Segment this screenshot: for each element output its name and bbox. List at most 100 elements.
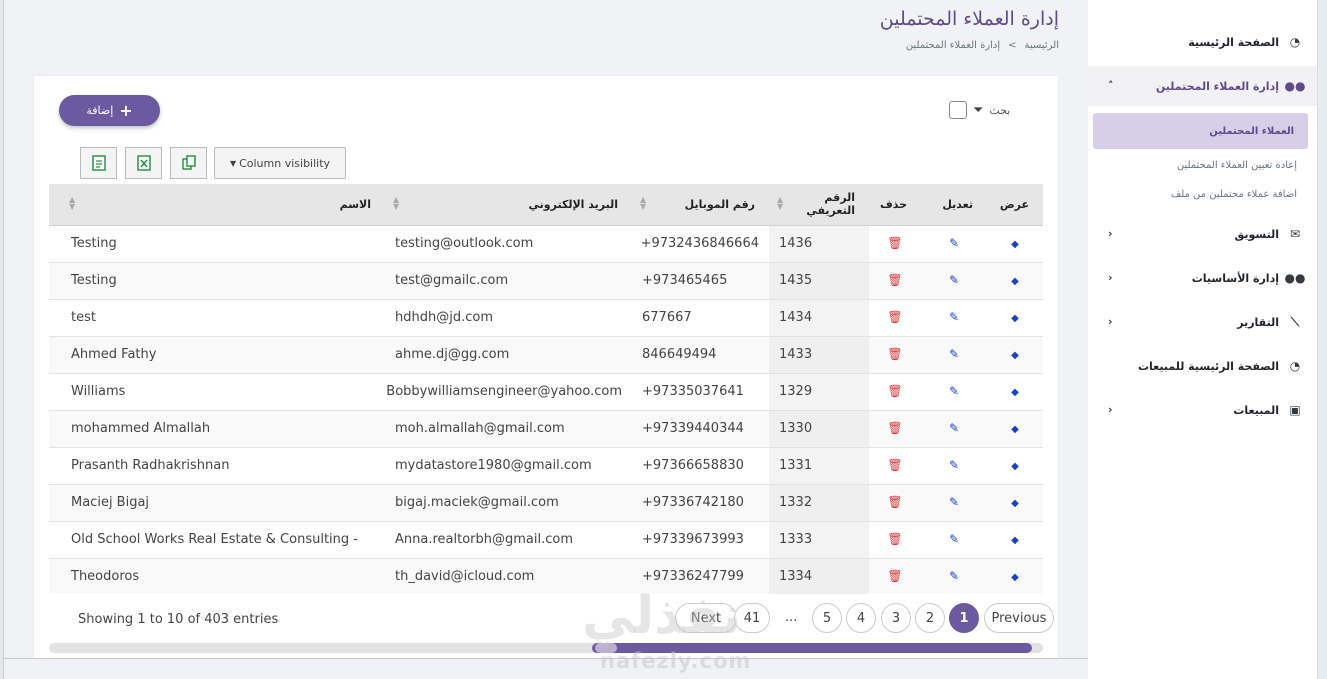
col-header-name[interactable]: الاسم ▲ ▼ <box>61 184 385 226</box>
breadcrumb-home[interactable]: الرئيسية <box>1025 40 1059 51</box>
edit-cell[interactable]: ✎ <box>921 299 987 337</box>
edit-cell[interactable]: ✎ <box>921 373 987 411</box>
eye-icon[interactable]: ◆ <box>1011 239 1019 250</box>
sidebar-item-home[interactable]: ◔ الصفحة الرئيسية <box>1088 22 1317 62</box>
trash-icon[interactable]: 🗑 <box>887 236 902 250</box>
view-cell[interactable]: ◆ <box>987 558 1043 594</box>
trash-icon[interactable]: 🗑 <box>887 569 902 583</box>
search-checkbox[interactable] <box>949 101 967 119</box>
edit-icon[interactable]: ✎ <box>949 458 959 472</box>
filter-icon[interactable]: ⏷ <box>973 103 983 118</box>
delete-cell[interactable]: 🗑 <box>869 299 921 337</box>
file-excel-icon <box>136 155 151 171</box>
edit-icon[interactable]: ✎ <box>949 273 959 287</box>
name-cell: Maciej Bigaj <box>61 484 385 522</box>
view-cell[interactable]: ◆ <box>987 410 1043 448</box>
view-cell[interactable]: ◆ <box>987 299 1043 337</box>
eye-icon[interactable]: ◆ <box>1011 461 1019 472</box>
col-header-mobile[interactable]: رقم الموبايل ▲ ▼ <box>632 184 769 226</box>
trash-icon[interactable]: 🗑 <box>887 273 902 287</box>
eye-icon[interactable]: ◆ <box>1011 424 1019 435</box>
col-header-view[interactable]: عرض <box>987 184 1043 226</box>
export-excel-button[interactable] <box>125 147 162 179</box>
pagination-page-4[interactable]: 4 <box>846 603 876 633</box>
search-area: بحث ⏷ <box>949 101 1010 119</box>
edit-icon[interactable]: ✎ <box>949 236 959 250</box>
edit-cell[interactable]: ✎ <box>921 225 987 263</box>
trash-icon[interactable]: 🗑 <box>887 384 902 398</box>
status-cell: eads <box>49 299 61 337</box>
trash-icon[interactable]: 🗑 <box>887 421 902 435</box>
trash-icon[interactable]: 🗑 <box>887 347 902 361</box>
delete-cell[interactable]: 🗑 <box>869 410 921 448</box>
delete-cell[interactable]: 🗑 <box>869 521 921 559</box>
edit-cell[interactable]: ✎ <box>921 262 987 300</box>
edit-icon[interactable]: ✎ <box>949 569 959 583</box>
edit-cell[interactable]: ✎ <box>921 410 987 448</box>
delete-cell[interactable]: 🗑 <box>869 262 921 300</box>
eye-icon[interactable]: ◆ <box>1011 498 1019 509</box>
table-row: ◆ ✎ 🗑 1333 97339673993+ Anna.realtorbh@gmail.… <box>49 521 1043 559</box>
edit-cell[interactable]: ✎ <box>921 336 987 374</box>
view-cell[interactable]: ◆ <box>987 336 1043 374</box>
edit-icon[interactable]: ✎ <box>949 347 959 361</box>
copy-button[interactable] <box>170 147 207 179</box>
sidebar-item-reports[interactable]: ⟋ التقارير ‹ <box>1088 302 1317 342</box>
delete-cell[interactable]: 🗑 <box>869 484 921 522</box>
delete-cell[interactable]: 🗑 <box>869 225 921 263</box>
delete-cell[interactable]: 🗑 <box>869 447 921 485</box>
sidebar-item-leads[interactable]: ●● إدارة العملاء المحتملين ˄ <box>1088 66 1317 106</box>
sidebar-item-sales[interactable]: ▣ المبيعات ‹ <box>1088 390 1317 430</box>
sidebar-item-sales-home[interactable]: ◔ الصفحة الرئيسية للمبيعات <box>1088 346 1317 386</box>
eye-icon[interactable]: ◆ <box>1011 387 1019 398</box>
edit-icon[interactable]: ✎ <box>949 495 959 509</box>
eye-icon[interactable]: ◆ <box>1011 276 1019 287</box>
edit-cell[interactable]: ✎ <box>921 521 987 559</box>
eye-icon[interactable]: ◆ <box>1011 313 1019 324</box>
sidebar-subitem-import[interactable]: اضافة عملاء محتملين من ملف <box>1088 189 1317 200</box>
column-visibility-button[interactable]: ▼ Column visibility <box>214 147 346 179</box>
trash-icon[interactable]: 🗑 <box>887 310 902 324</box>
view-cell[interactable]: ◆ <box>987 484 1043 522</box>
sidebar-item-marketing[interactable]: ✉ التسويق ‹ <box>1088 214 1317 254</box>
view-cell[interactable]: ◆ <box>987 225 1043 263</box>
view-cell[interactable]: ◆ <box>987 521 1043 559</box>
col-header-status[interactable] <box>49 184 61 226</box>
col-header-edit[interactable]: تعديل <box>921 184 987 226</box>
edit-icon[interactable]: ✎ <box>949 532 959 546</box>
edit-icon[interactable]: ✎ <box>949 384 959 398</box>
col-header-email[interactable]: البريد الإلكتروني ▲ ▼ <box>385 184 632 226</box>
view-cell[interactable]: ◆ <box>987 373 1043 411</box>
edit-icon[interactable]: ✎ <box>949 310 959 324</box>
edit-cell[interactable]: ✎ <box>921 447 987 485</box>
eye-icon[interactable]: ◆ <box>1011 350 1019 361</box>
leads-table-wrapper[interactable]: عرض تعديل حذف الرقم التعريفي ▲ ▼ رقم الموب… <box>49 184 1043 594</box>
view-cell[interactable]: ◆ <box>987 262 1043 300</box>
eye-icon[interactable]: ◆ <box>1011 535 1019 546</box>
pagination-page-1[interactable]: 1 <box>949 603 979 633</box>
delete-cell[interactable]: 🗑 <box>869 336 921 374</box>
pagination-previous[interactable]: Previous <box>984 603 1054 633</box>
name-cell: test <box>61 299 385 337</box>
col-header-id[interactable]: الرقم التعريفي ▲ ▼ <box>769 184 869 226</box>
pagination-page-3[interactable]: 3 <box>881 603 911 633</box>
sidebar-subitem-reassign[interactable]: إعادة تعيين العملاء المحتملين <box>1088 160 1317 171</box>
col-header-delete[interactable]: حذف <box>869 184 921 226</box>
view-cell[interactable]: ◆ <box>987 447 1043 485</box>
trash-icon[interactable]: 🗑 <box>887 495 902 509</box>
delete-cell[interactable]: 🗑 <box>869 558 921 594</box>
sidebar-item-basics[interactable]: ●● إدارة الأساسيات ‹ <box>1088 258 1317 298</box>
pagination-page-2[interactable]: 2 <box>915 603 945 633</box>
trash-icon[interactable]: 🗑 <box>887 458 902 472</box>
edit-cell[interactable]: ✎ <box>921 484 987 522</box>
edit-cell[interactable]: ✎ <box>921 558 987 594</box>
delete-cell[interactable]: 🗑 <box>869 373 921 411</box>
trash-icon[interactable]: 🗑 <box>887 532 902 546</box>
edit-icon[interactable]: ✎ <box>949 421 959 435</box>
sidebar-subitem-leads[interactable]: العملاء المحتملين <box>1093 113 1308 149</box>
add-button[interactable]: + إضافة <box>59 95 160 126</box>
export-csv-button[interactable] <box>80 147 117 179</box>
eye-icon[interactable]: ◆ <box>1011 572 1019 583</box>
mobile-cell: 846649494 <box>632 336 769 374</box>
pagination-page-5[interactable]: 5 <box>812 603 842 633</box>
